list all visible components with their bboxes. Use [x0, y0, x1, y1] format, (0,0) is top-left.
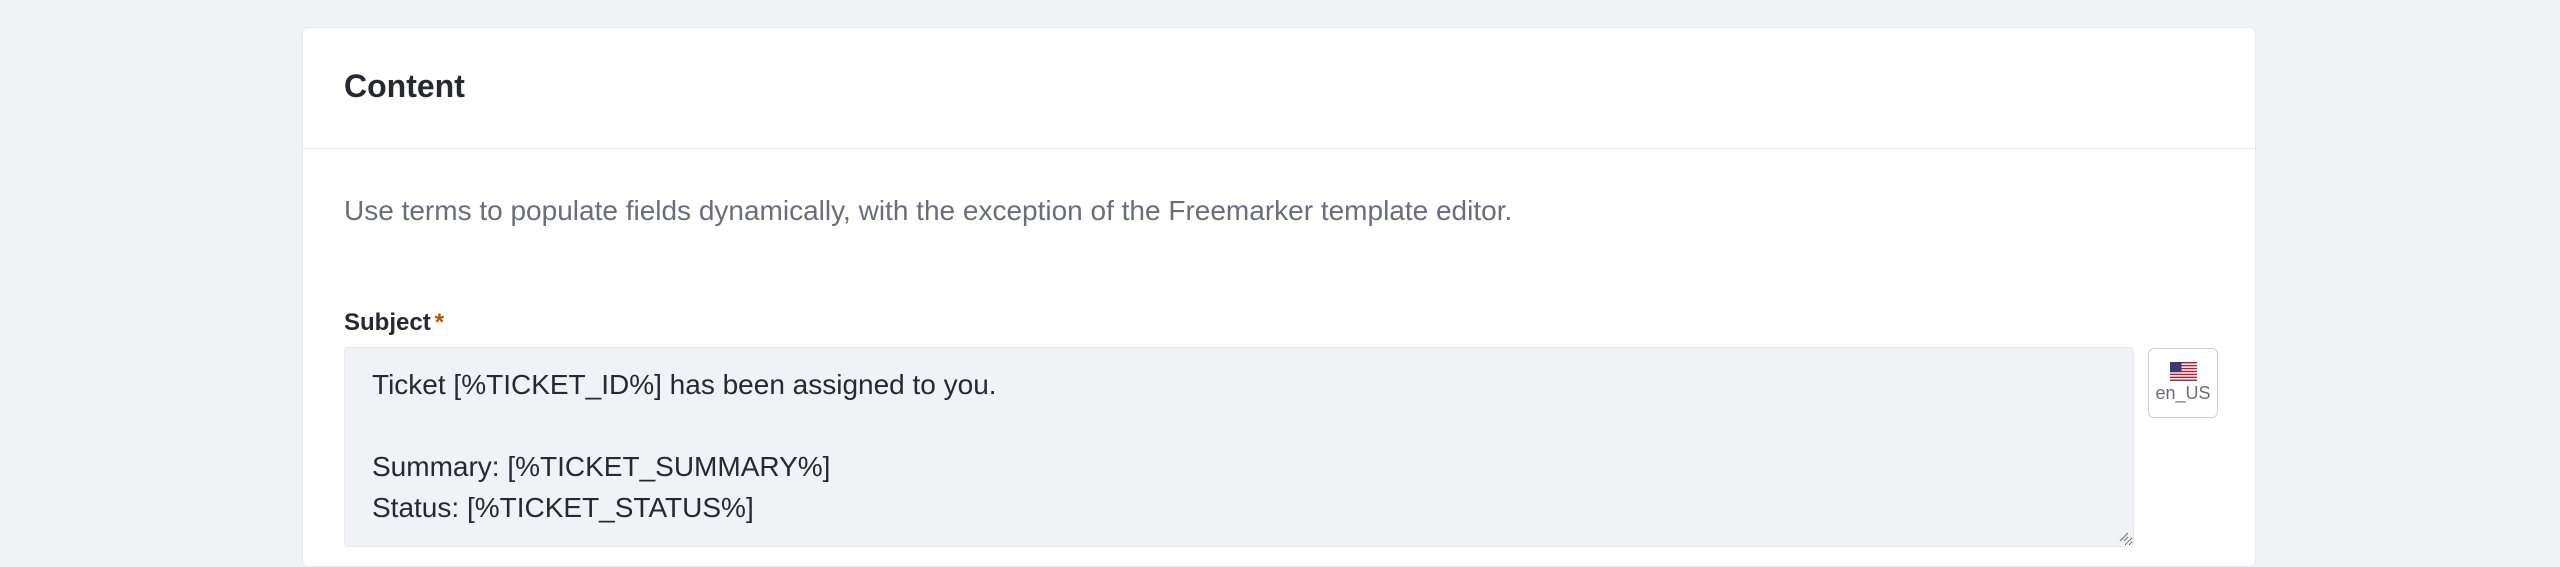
us-flag-icon [2169, 362, 2197, 382]
subject-label: Subject * [344, 307, 444, 338]
resize-handle-icon[interactable] [2117, 530, 2129, 542]
subject-textarea-wrapper: Ticket [%TICKET_ID%] has been assigned t… [344, 347, 2134, 547]
locale-selector-button[interactable]: en_US [2148, 348, 2218, 418]
card-header: Content [303, 28, 2255, 149]
locale-label: en_US [2155, 383, 2211, 404]
terms-description: Use terms to populate fields dynamically… [344, 195, 1513, 226]
card-title: Content [344, 68, 465, 104]
content-card: Content Use terms to populate fields dyn… [302, 27, 2256, 567]
subject-label-text: Subject [344, 309, 431, 336]
subject-textarea[interactable]: Ticket [%TICKET_ID%] has been assigned t… [345, 348, 2133, 546]
required-marker: * [434, 309, 445, 336]
